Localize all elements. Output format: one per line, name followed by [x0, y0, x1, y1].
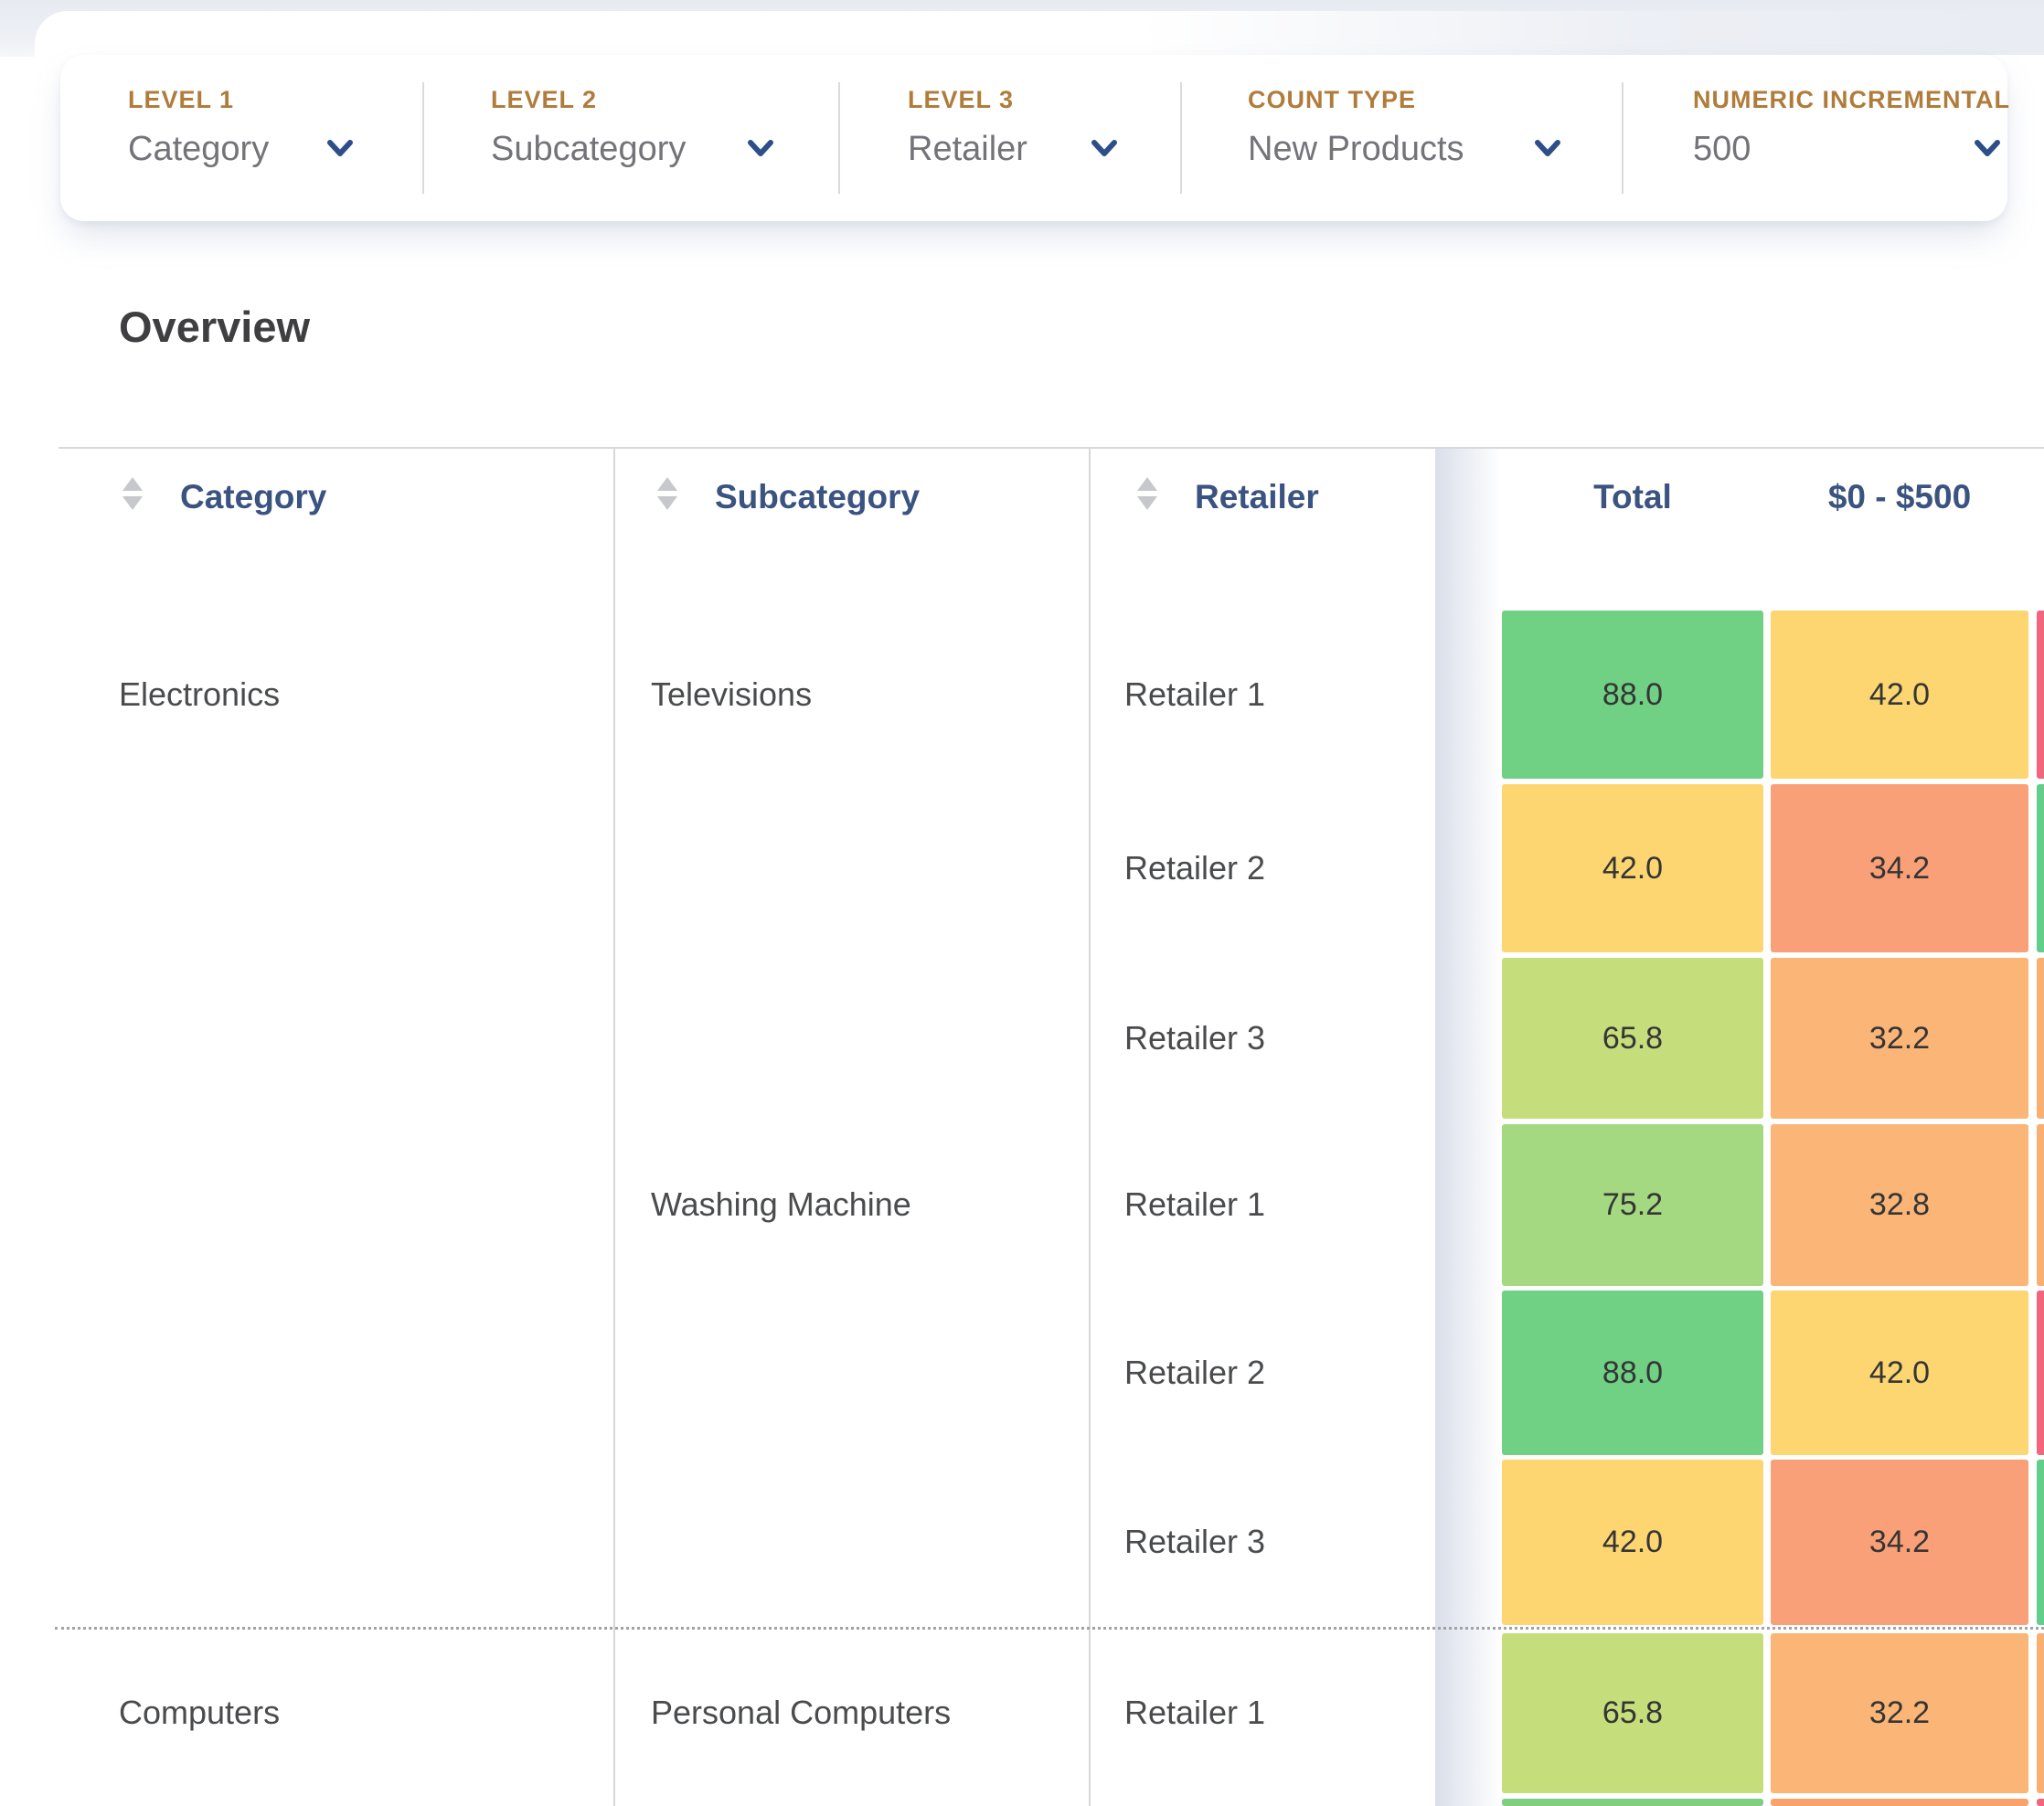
column-header-total: Total [1541, 478, 1724, 516]
cell-price-range-partial [1771, 1799, 2028, 1806]
retailer-label: Retailer 1 [1124, 673, 1265, 717]
cell-total: 75.2 [1502, 1124, 1763, 1286]
top-band-fade [35, 11, 2044, 55]
table-top-border [59, 447, 2044, 449]
filter-divider [1180, 82, 1182, 194]
filter-level-1-label: LEVEL 1 [128, 86, 234, 114]
filter-level-1-value: Category [128, 128, 269, 170]
cell-total: 88.0 [1502, 1291, 1763, 1455]
cell-price-range: 32.2 [1771, 958, 2028, 1119]
cell-price-range: 42.0 [1771, 1291, 2028, 1455]
filter-count-type-value: New Products [1248, 128, 1464, 170]
subcategory-label: Televisions [651, 673, 812, 717]
column-divider [613, 449, 615, 1806]
retailer-label: Retailer 1 [1124, 1691, 1265, 1735]
sort-icon [1136, 477, 1158, 510]
cell-next-column-sliver [2037, 611, 2044, 779]
category-group-divider [55, 1627, 2044, 1630]
filter-numeric-incremental-dropdown[interactable]: NUMERIC INCREMENTAL 500 [1693, 55, 2007, 221]
filter-numeric-incremental-label: NUMERIC INCREMENTAL [1693, 86, 2010, 114]
cell-next-column-sliver [2037, 958, 2044, 1119]
cell-price-range: 32.2 [1771, 1633, 2028, 1793]
filter-level-2-value: Subcategory [491, 128, 686, 170]
category-label: Computers [119, 1691, 280, 1735]
column-divider [1089, 449, 1091, 1806]
filter-level-2-label: LEVEL 2 [491, 86, 597, 114]
column-header-retailer[interactable]: Retailer [1195, 478, 1319, 516]
frozen-column-shadow [1435, 449, 1501, 1806]
cell-total: 42.0 [1502, 784, 1763, 952]
retailer-label: Retailer 2 [1124, 1351, 1265, 1395]
filter-divider [422, 82, 424, 194]
cell-next-column-sliver [2037, 1124, 2044, 1286]
retailer-label: Retailer 2 [1124, 846, 1265, 890]
filter-level-3-dropdown[interactable]: LEVEL 3 Retailer [908, 55, 1182, 221]
cell-total: 65.8 [1502, 958, 1763, 1119]
column-header-subcategory[interactable]: Subcategory [715, 478, 920, 516]
filter-numeric-incremental-value: 500 [1693, 128, 1751, 170]
column-header-category[interactable]: Category [180, 478, 326, 516]
filter-level-1-dropdown[interactable]: LEVEL 1 Category [128, 55, 421, 221]
cell-price-range: 32.8 [1771, 1124, 2028, 1286]
filter-level-3-label: LEVEL 3 [908, 86, 1014, 114]
chevron-down-icon [325, 139, 355, 159]
chevron-down-icon [746, 139, 775, 159]
cell-next-column-sliver [2037, 1291, 2044, 1455]
category-label: Electronics [119, 673, 280, 717]
page-title: Overview [119, 302, 310, 352]
filter-count-type-dropdown[interactable]: COUNT TYPE New Products [1248, 55, 1623, 221]
filter-level-3-value: Retailer [908, 128, 1027, 170]
cell-price-range: 42.0 [1771, 611, 2028, 779]
cell-total-partial [1502, 1799, 1763, 1806]
sort-icon [656, 477, 678, 510]
cell-total: 88.0 [1502, 611, 1763, 779]
cell-next-column-sliver [2037, 784, 2044, 952]
cell-total: 42.0 [1502, 1460, 1763, 1625]
filter-count-type-label: COUNT TYPE [1248, 86, 1416, 114]
column-header-price-range: $0 - $500 [1781, 478, 2018, 516]
cell-total: 65.8 [1502, 1633, 1763, 1793]
filter-bar: LEVEL 1 Category LEVEL 2 Subcategory LEV… [60, 55, 2007, 221]
retailer-label: Retailer 3 [1124, 1520, 1265, 1564]
chevron-down-icon [1090, 139, 1119, 159]
cell-price-range: 34.2 [1771, 1460, 2028, 1625]
dashboard-screen: LEVEL 1 Category LEVEL 2 Subcategory LEV… [0, 0, 2044, 1806]
subcategory-label: Washing Machine [651, 1183, 911, 1227]
chevron-down-icon [1533, 139, 1562, 159]
subcategory-label: Personal Computers [651, 1691, 951, 1735]
retailer-label: Retailer 3 [1124, 1016, 1265, 1060]
filter-divider [1622, 82, 1623, 194]
cell-price-range: 34.2 [1771, 784, 2028, 952]
retailer-label: Retailer 1 [1124, 1183, 1265, 1227]
cell-next-column-sliver [2037, 1799, 2044, 1806]
sort-icon [122, 477, 144, 510]
cell-next-column-sliver [2037, 1633, 2044, 1793]
filter-divider [838, 82, 840, 194]
cell-next-column-sliver [2037, 1460, 2044, 1625]
filter-level-2-dropdown[interactable]: LEVEL 2 Subcategory [491, 55, 838, 221]
chevron-down-icon [1973, 139, 2002, 159]
